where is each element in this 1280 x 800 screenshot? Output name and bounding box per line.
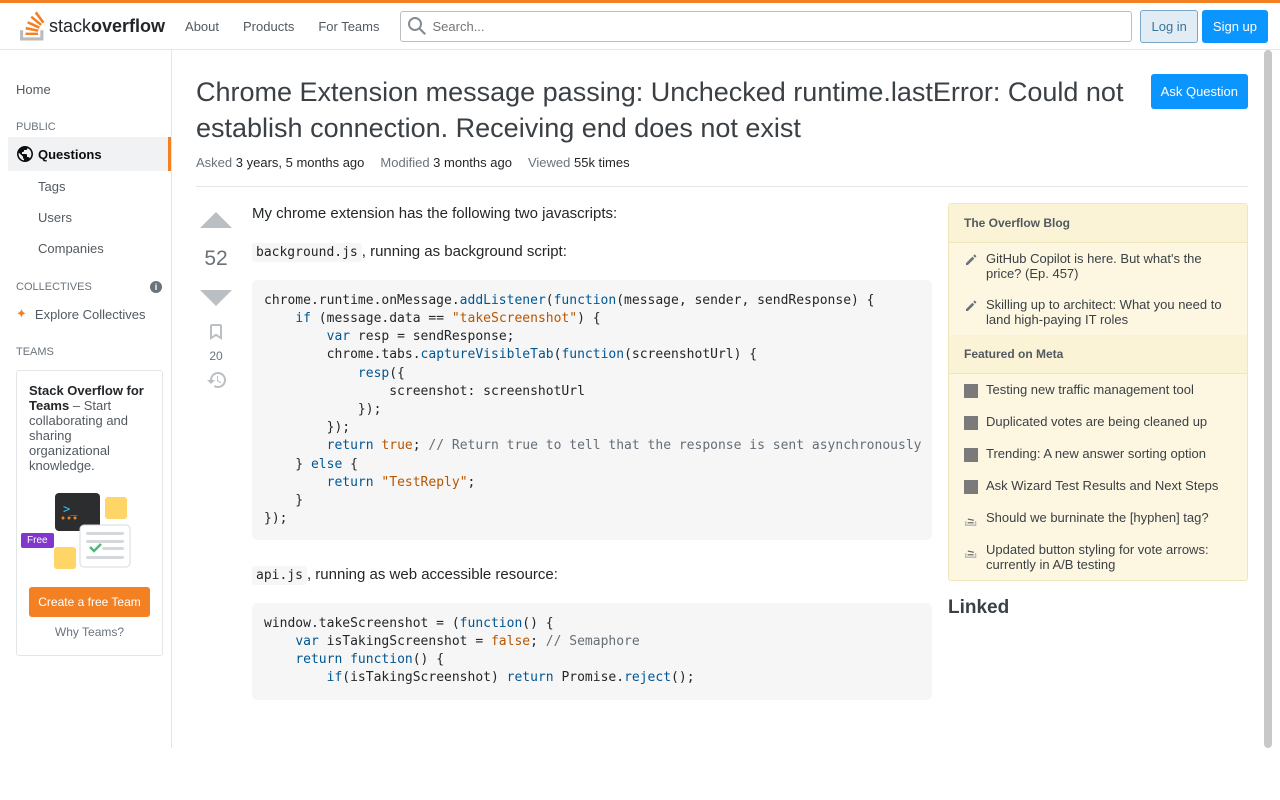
linked-header: Linked (948, 597, 1248, 619)
question-title[interactable]: Chrome Extension message passing: Unchec… (196, 74, 1135, 147)
meta-link[interactable]: Duplicated votes are being cleaned up (986, 414, 1207, 430)
search-wrap (392, 11, 1141, 42)
stackoverflow-icon (20, 11, 45, 41)
meta-link[interactable]: Trending: A new answer sorting option (986, 446, 1206, 462)
sidebar-teams-label: TEAMS (8, 330, 171, 362)
svg-text:i: i (155, 282, 158, 292)
search-icon (408, 17, 426, 35)
meta-link[interactable]: Testing new traffic management tool (986, 382, 1194, 398)
filename-code: background.js (252, 243, 362, 262)
filename-code: api.js (252, 566, 307, 585)
sidebar-public-label: PUBLIC (8, 105, 171, 137)
star-burst-icon: ✦ (16, 306, 27, 322)
question-body: My chrome extension has the following tw… (252, 203, 932, 724)
why-teams-link[interactable]: Why Teams? (29, 621, 150, 643)
sidebar-companies[interactable]: Companies (8, 233, 171, 264)
nav-about[interactable]: About (173, 13, 231, 40)
topbar-nav: About Products For Teams (173, 13, 391, 40)
meta-so-icon (964, 544, 978, 558)
meta-se-icon (964, 480, 978, 494)
sidebar-collectives-header: COLLECTIVES i (8, 264, 171, 298)
meta-link[interactable]: Ask Wizard Test Results and Next Steps (986, 478, 1218, 494)
meta-link[interactable]: Should we burninate the [hyphen] tag? (986, 510, 1209, 526)
upvote-button[interactable] (198, 203, 234, 239)
downvote-button[interactable] (198, 279, 234, 315)
pencil-icon (964, 299, 978, 313)
code-block-2[interactable]: window.takeScreenshot = (function() { va… (252, 603, 932, 700)
meta-se-icon (964, 448, 978, 462)
meta-link[interactable]: Updated button styling for vote arrows: … (986, 542, 1232, 572)
vote-column: 52 20 (196, 203, 236, 724)
vote-count: 52 (204, 247, 227, 271)
code-block-1[interactable]: chrome.runtime.onMessage.addListener(fun… (252, 280, 932, 540)
signup-button[interactable]: Sign up (1202, 10, 1268, 43)
auth-buttons: Log in Sign up (1140, 10, 1268, 43)
teams-promo-card: Stack Overflow for Teams – Start collabo… (16, 370, 163, 656)
teams-illustration: >_ Free (29, 485, 150, 575)
info-icon[interactable]: i (149, 280, 163, 294)
search-input[interactable] (400, 11, 1133, 42)
overflow-blog-widget: The Overflow Blog GitHub Copilot is here… (948, 203, 1248, 581)
meta-se-icon (964, 416, 978, 430)
blog-link[interactable]: Skilling up to architect: What you need … (986, 297, 1232, 327)
sidebar-explore-collectives[interactable]: ✦ Explore Collectives (8, 298, 171, 330)
pencil-icon (964, 253, 978, 267)
meta-so-icon (964, 512, 978, 526)
sidebar-questions[interactable]: Questions (8, 137, 171, 171)
nav-for-teams[interactable]: For Teams (306, 13, 391, 40)
top-bar: stackoverflow About Products For Teams L… (0, 0, 1280, 50)
sidebar-questions-label: Questions (38, 147, 102, 162)
question-meta: Asked 3 years, 5 months ago Modified 3 m… (196, 147, 1248, 187)
login-button[interactable]: Log in (1140, 10, 1197, 43)
globe-icon (16, 145, 34, 163)
svg-text:>_: >_ (63, 502, 78, 516)
blog-header: The Overflow Blog (949, 204, 1247, 243)
blog-link[interactable]: GitHub Copilot is here. But what's the p… (986, 251, 1232, 281)
sidebar-home[interactable]: Home (8, 74, 171, 105)
free-badge: Free (21, 533, 54, 548)
history-button[interactable] (207, 371, 226, 389)
left-sidebar: Home PUBLIC Questions Tags Users Compani… (8, 50, 172, 748)
logo-text: stackoverflow (49, 16, 165, 37)
bookmark-button[interactable] (207, 323, 225, 341)
meta-se-icon (964, 384, 978, 398)
right-sidebar: The Overflow Blog GitHub Copilot is here… (948, 203, 1248, 724)
nav-products[interactable]: Products (231, 13, 306, 40)
sidebar-tags[interactable]: Tags (8, 171, 171, 202)
ask-question-button[interactable]: Ask Question (1151, 74, 1248, 109)
main-content: Chrome Extension message passing: Unchec… (172, 50, 1272, 748)
bookmark-count: 20 (209, 349, 222, 363)
site-logo[interactable]: stackoverflow (12, 11, 173, 41)
create-team-button[interactable]: Create a free Team (29, 587, 150, 617)
modified-link[interactable]: 3 months ago (433, 155, 512, 170)
sidebar-users[interactable]: Users (8, 202, 171, 233)
meta-header: Featured on Meta (949, 335, 1247, 374)
